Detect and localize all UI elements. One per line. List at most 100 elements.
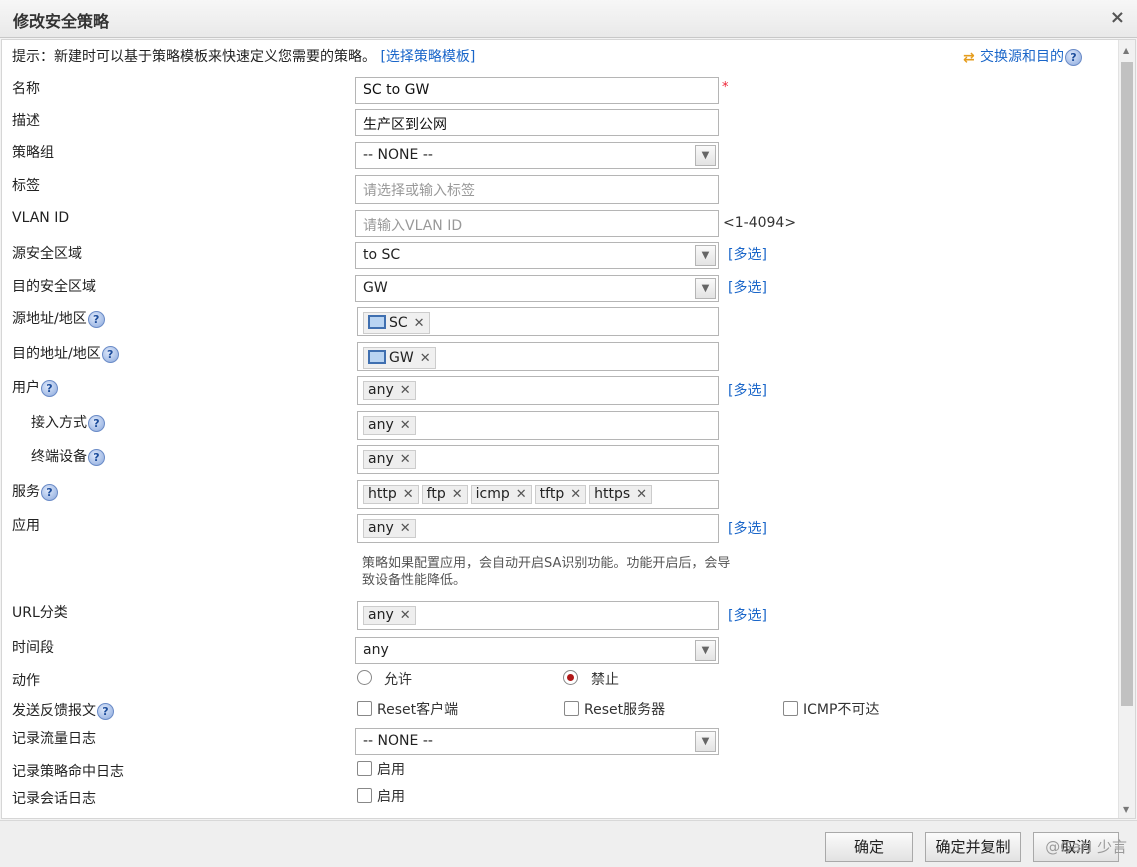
hit-log-checkbox[interactable]	[357, 761, 372, 776]
hit-log-label: 记录策略命中日志	[12, 764, 124, 780]
user-multi-link[interactable]: [多选]	[728, 380, 767, 400]
vertical-scrollbar[interactable]: ▲ ▼	[1118, 40, 1135, 818]
help-icon[interactable]: ?	[1065, 48, 1082, 66]
app-tag: any ✕	[363, 519, 416, 538]
reset-client-label: Reset客户端	[377, 702, 459, 718]
ok-button[interactable]: 确定	[825, 832, 913, 862]
chevron-down-icon[interactable]: ▼	[695, 245, 716, 266]
hit-log-option: 启用	[377, 762, 405, 778]
tags-label: 标签	[12, 178, 40, 194]
allow-label: 允许	[384, 672, 412, 688]
icmp-unreachable-checkbox[interactable]	[783, 701, 798, 716]
help-icon[interactable]: ?	[88, 414, 105, 432]
scroll-up-icon[interactable]: ▲	[1123, 46, 1129, 55]
url-multi-link[interactable]: [多选]	[728, 605, 767, 625]
service-tag-tftp: tftp ✕	[534, 485, 587, 504]
remove-icon[interactable]: ✕	[400, 383, 411, 398]
time-value: any	[363, 642, 389, 658]
remove-icon[interactable]: ✕	[400, 452, 411, 467]
remove-icon[interactable]: ✕	[570, 487, 581, 502]
reset-client-checkbox[interactable]	[357, 701, 372, 716]
src-addr-label: 源地址/地区?	[12, 308, 105, 328]
group-select[interactable]: -- NONE -- ▼	[355, 142, 719, 169]
dst-addr-label: 目的地址/地区?	[12, 343, 119, 363]
traffic-log-select[interactable]: -- NONE -- ▼	[355, 728, 719, 755]
src-zone-label: 源安全区域	[12, 246, 82, 262]
src-zone-multi-link[interactable]: [多选]	[728, 244, 767, 264]
help-icon[interactable]: ?	[87, 310, 105, 328]
src-zone-value: to SC	[363, 247, 401, 263]
help-icon[interactable]: ?	[101, 345, 119, 363]
desc-input[interactable]: 生产区到公网	[355, 109, 719, 136]
remove-icon[interactable]: ✕	[400, 608, 411, 623]
dst-zone-multi-link[interactable]: [多选]	[728, 277, 767, 297]
ok-copy-button[interactable]: 确定并复制	[925, 832, 1021, 862]
name-input[interactable]: SC to GW	[355, 77, 719, 104]
computer-icon	[368, 350, 386, 364]
scroll-down-icon[interactable]: ▼	[1123, 805, 1129, 814]
chevron-down-icon[interactable]: ▼	[695, 145, 716, 166]
dialog-body: 提示：新建时可以基于策略模板来快速定义您需要的策略。 [选择策略模板] ⇄ 交换源…	[1, 39, 1136, 819]
src-zone-select[interactable]: to SC ▼	[355, 242, 719, 269]
close-icon[interactable]: ×	[1110, 7, 1125, 28]
url-label: URL分类	[12, 605, 68, 621]
app-hint: 策略如果配置应用，会自动开启SA识别功能。功能开启后，会导致设备性能降低。	[362, 556, 731, 588]
remove-icon[interactable]: ✕	[452, 487, 463, 502]
feedback-label: 发送反馈报文?	[12, 700, 114, 720]
session-log-label: 记录会话日志	[12, 791, 96, 807]
computer-icon	[368, 315, 386, 329]
service-tag-icmp: icmp ✕	[470, 485, 532, 504]
device-box[interactable]: any ✕	[357, 445, 719, 474]
user-tag: any ✕	[363, 381, 416, 400]
url-box[interactable]: any ✕	[357, 601, 719, 630]
help-icon[interactable]: ?	[97, 702, 114, 720]
app-label: 应用	[12, 518, 40, 534]
vlan-input[interactable]: 请输入VLAN ID	[355, 210, 719, 237]
user-label: 用户?	[12, 377, 58, 397]
app-multi-link[interactable]: [多选]	[728, 518, 767, 538]
time-select[interactable]: any ▼	[355, 637, 719, 664]
session-log-checkbox[interactable]	[357, 788, 372, 803]
icmp-unreachable-label: ICMP不可达	[803, 702, 880, 718]
dst-zone-value: GW	[363, 280, 388, 296]
desc-label: 描述	[12, 113, 40, 129]
remove-icon[interactable]: ✕	[414, 316, 425, 331]
chevron-down-icon[interactable]: ▼	[695, 731, 716, 752]
help-icon[interactable]: ?	[41, 483, 58, 501]
help-icon[interactable]: ?	[88, 448, 105, 466]
group-label: 策略组	[12, 145, 54, 161]
dialog-footer: 确定 确定并复制 取消 @GaN 少言	[0, 820, 1137, 867]
tags-input[interactable]: 请选择或输入标签	[355, 175, 719, 204]
dst-addr-box[interactable]: GW ✕	[357, 342, 719, 371]
service-box[interactable]: http ✕ ftp ✕ icmp ✕ tftp ✕ https ✕	[357, 480, 719, 509]
deny-radio[interactable]	[563, 670, 578, 685]
swap-icon: ⇄	[963, 50, 975, 66]
access-tag: any ✕	[363, 416, 416, 435]
chevron-down-icon[interactable]: ▼	[695, 640, 716, 661]
reset-server-checkbox[interactable]	[564, 701, 579, 716]
tip-text: 提示：新建时可以基于策略模板来快速定义您需要的策略。 [选择策略模板]	[12, 49, 476, 65]
service-label: 服务?	[12, 481, 58, 501]
service-tag-ftp: ftp ✕	[421, 485, 468, 504]
remove-icon[interactable]: ✕	[420, 351, 431, 366]
chevron-down-icon[interactable]: ▼	[695, 278, 716, 299]
traffic-log-value: -- NONE --	[363, 733, 433, 749]
scrollbar-thumb[interactable]	[1121, 62, 1133, 706]
remove-icon[interactable]: ✕	[403, 487, 414, 502]
remove-icon[interactable]: ✕	[516, 487, 527, 502]
user-box[interactable]: any ✕	[357, 376, 719, 405]
remove-icon[interactable]: ✕	[400, 418, 411, 433]
dst-zone-select[interactable]: GW ▼	[355, 275, 719, 302]
select-template-link[interactable]: [选择策略模板]	[380, 49, 475, 65]
swap-src-dst-link[interactable]: ⇄ 交换源和目的?	[963, 46, 1082, 66]
group-value: -- NONE --	[363, 147, 433, 163]
reset-server-label: Reset服务器	[584, 702, 666, 718]
dialog-titlebar: 修改安全策略 ×	[0, 0, 1137, 38]
src-addr-box[interactable]: SC ✕	[357, 307, 719, 336]
remove-icon[interactable]: ✕	[636, 487, 647, 502]
remove-icon[interactable]: ✕	[400, 521, 411, 536]
access-box[interactable]: any ✕	[357, 411, 719, 440]
allow-radio[interactable]	[357, 670, 372, 685]
help-icon[interactable]: ?	[41, 379, 58, 397]
app-box[interactable]: any ✕	[357, 514, 719, 543]
